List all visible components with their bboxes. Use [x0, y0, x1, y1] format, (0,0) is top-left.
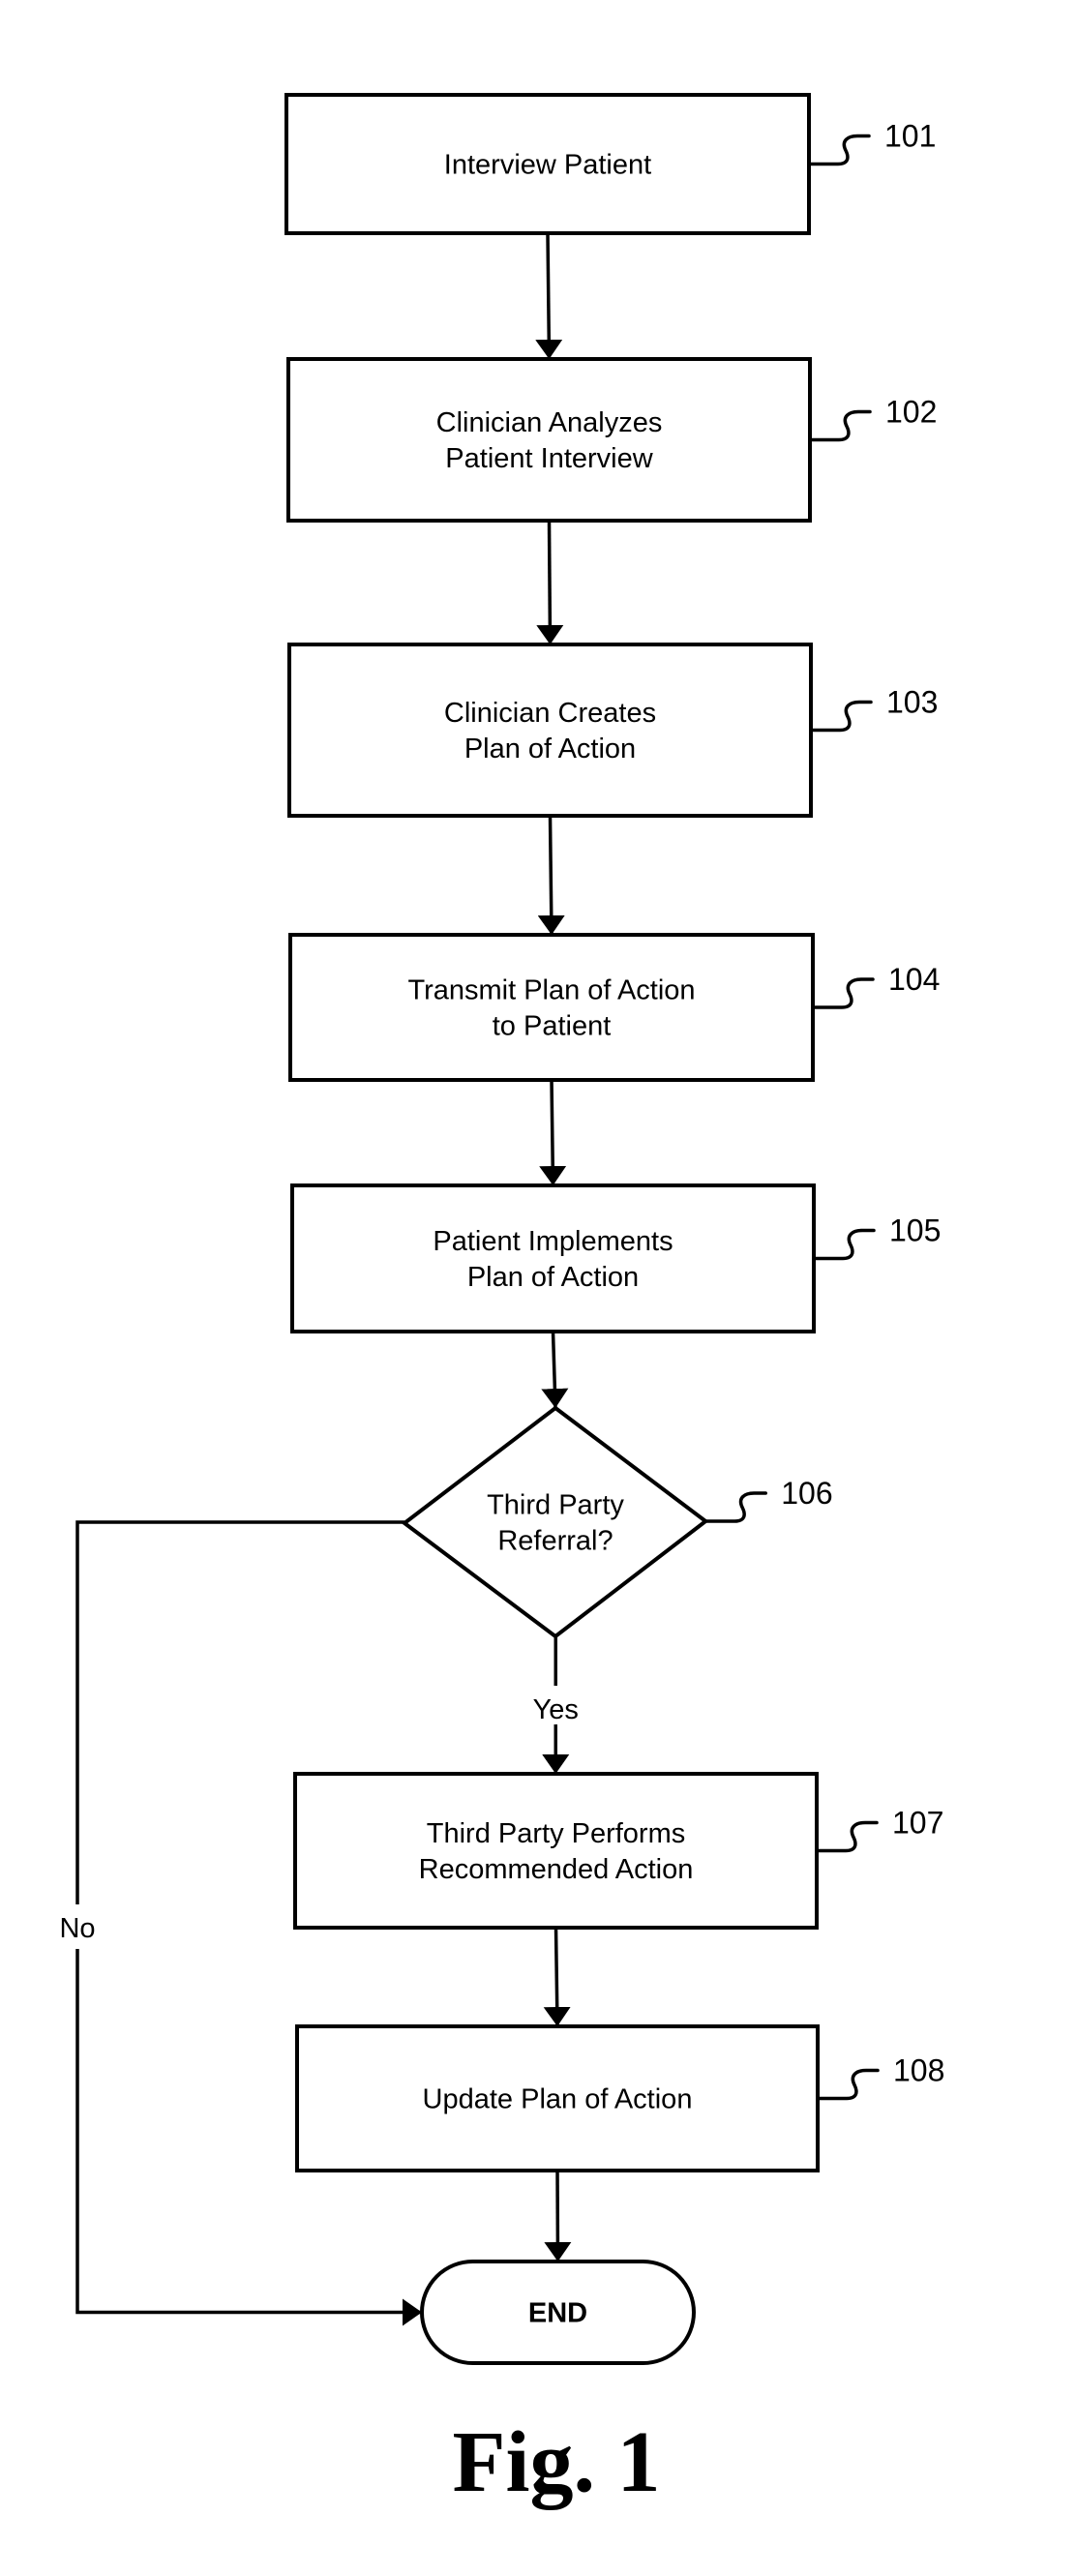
end-label: END — [528, 2298, 587, 2329]
step-label-line: Recommended Action — [419, 1854, 694, 1885]
step-label-line: Plan of Action — [467, 1262, 639, 1293]
step-label-line: to Patient — [493, 1011, 612, 1042]
reference-numeral: 106 — [781, 1476, 832, 1511]
reference-leader-line — [808, 409, 872, 442]
reference-leader-line — [816, 2068, 880, 2101]
reference-numeral: 103 — [886, 685, 938, 720]
flow-step-104: Transmit Plan of Action to Patient — [288, 933, 815, 1082]
reference-leader-line — [811, 977, 875, 1009]
flow-step-102: Clinician Analyzes Patient Interview — [286, 357, 812, 523]
step-label-line: Third Party — [487, 1490, 624, 1521]
reference-108: 108 — [816, 2053, 944, 2101]
flow-arrow — [541, 1331, 569, 1409]
reference-104: 104 — [811, 962, 940, 1009]
reference-103: 103 — [809, 685, 938, 733]
reference-numeral: 108 — [893, 2053, 944, 2088]
flow-arrow — [539, 1079, 567, 1186]
reference-leader-line — [807, 134, 871, 166]
reference-numeral: 101 — [884, 119, 936, 154]
flow-step-101: Interview Patient — [284, 93, 811, 235]
step-label-line: Clinician Creates — [444, 698, 656, 729]
step-label-line: Patient Interview — [445, 443, 653, 474]
reference-106: 106 — [703, 1476, 833, 1523]
reference-102: 102 — [808, 395, 937, 442]
step-label-line: Patient Implements — [433, 1226, 673, 1257]
flow-arrow — [536, 520, 564, 645]
process-box — [290, 1183, 816, 1333]
process-box — [286, 357, 812, 523]
flow-edge-105-106 — [541, 1331, 569, 1409]
process-box — [288, 933, 815, 1082]
reference-numeral: 107 — [892, 1806, 943, 1841]
reference-107: 107 — [815, 1806, 943, 1853]
process-box — [293, 1772, 819, 1930]
flow-edge-104-105 — [539, 1079, 567, 1186]
step-label-line: Clinician Analyzes — [436, 407, 663, 438]
flow-step-107: Third Party Performs Recommended Action — [293, 1772, 819, 1930]
reference-105: 105 — [812, 1213, 941, 1261]
process-box — [287, 643, 813, 818]
reference-leader-line — [809, 700, 873, 733]
step-label-line: Third Party Performs — [427, 1818, 686, 1849]
edge-label-no: No — [59, 1913, 95, 1944]
reference-numeral: 102 — [885, 395, 937, 430]
edge-label-yes: Yes — [533, 1694, 579, 1725]
flow-arrow — [544, 2170, 572, 2262]
flow-arrow — [535, 232, 563, 360]
flow-edge-108-end — [544, 2170, 572, 2262]
flow-edge-103-104 — [537, 815, 565, 936]
step-label-line: Update Plan of Action — [423, 2084, 693, 2115]
decision-diamond — [401, 1405, 709, 1639]
flow-step-103: Clinician Creates Plan of Action — [287, 643, 813, 818]
step-label-line: Plan of Action — [464, 734, 636, 764]
reference-leader-line — [815, 1820, 879, 1853]
flow-edge-107-108 — [543, 1927, 571, 2027]
flow-step-108: Update Plan of Action — [295, 2024, 820, 2172]
reference-leader-line — [812, 1228, 876, 1261]
flow-edge-106-107: Yes — [533, 1636, 579, 1774]
flowchart: Yes No Interview Patient Clinician Analyze… — [59, 93, 944, 2510]
reference-101: 101 — [807, 119, 936, 166]
flow-edge-102-103 — [536, 520, 564, 645]
reference-numeral: 105 — [889, 1213, 941, 1248]
step-label-line: Interview Patient — [444, 150, 651, 181]
step-label-line: Transmit Plan of Action — [407, 975, 695, 1006]
flow-arrow — [537, 815, 565, 936]
reference-leader-line — [703, 1491, 767, 1523]
flow-edge-101-102 — [535, 232, 563, 360]
flow-step-end: END — [420, 2260, 696, 2365]
flow-step-106: Third Party Referral? — [401, 1405, 709, 1639]
reference-numeral: 104 — [888, 962, 940, 997]
figure-caption: Fig. 1 — [453, 2414, 661, 2510]
flow-step-105: Patient Implements Plan of Action — [290, 1183, 816, 1333]
step-label-line: Referral? — [497, 1526, 613, 1557]
nodes-layer: Interview Patient Clinician Analyzes Patie… — [284, 93, 820, 2365]
flow-arrow — [543, 1927, 571, 2027]
